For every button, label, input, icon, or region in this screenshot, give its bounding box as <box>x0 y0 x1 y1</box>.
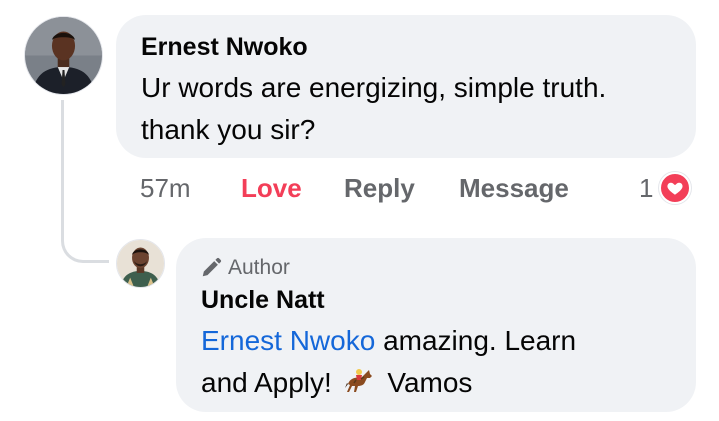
comment-text-line2: thank you sir? <box>141 114 316 145</box>
thread-connector-line <box>61 100 109 263</box>
reaction-count: 1 <box>639 172 654 203</box>
reply-author-avatar[interactable] <box>116 239 165 288</box>
comment-text: Ur words are energizing, simple truth. t… <box>141 67 686 151</box>
message-button[interactable]: Message <box>459 168 569 208</box>
reply-author-name[interactable]: Uncle Natt <box>201 286 325 315</box>
love-button[interactable]: Love <box>241 168 302 208</box>
commenter-avatar-image <box>25 17 102 94</box>
author-badge: Author <box>200 256 290 280</box>
reply-bubble: Author Uncle Natt Ernest Nwoko amazing. … <box>176 238 696 412</box>
pencil-icon <box>202 257 222 277</box>
comment-timestamp[interactable]: 57m <box>140 168 191 208</box>
comment-author-name[interactable]: Ernest Nwoko <box>141 33 308 62</box>
reply-text-part3: Vamos <box>387 367 473 398</box>
heart-icon <box>659 172 692 204</box>
comment-text-line1: Ur words are energizing, simple truth. <box>141 72 607 103</box>
author-badge-label: Author <box>228 256 290 279</box>
reply-button[interactable]: Reply <box>344 168 415 208</box>
commenter-avatar[interactable] <box>24 16 103 95</box>
reply-text: Ernest Nwoko amazing. Learn and Apply! V… <box>201 320 681 404</box>
reply-text-part1: amazing. Learn <box>375 325 577 356</box>
comment-bubble: Ernest Nwoko Ur words are energizing, si… <box>116 15 696 158</box>
reply-avatar-image <box>117 240 164 287</box>
reaction-summary[interactable]: 1 <box>639 172 692 204</box>
mention-link[interactable]: Ernest Nwoko <box>201 325 375 356</box>
reply-text-part2: and Apply! <box>201 367 332 398</box>
horse-racing-emoji <box>344 369 372 392</box>
